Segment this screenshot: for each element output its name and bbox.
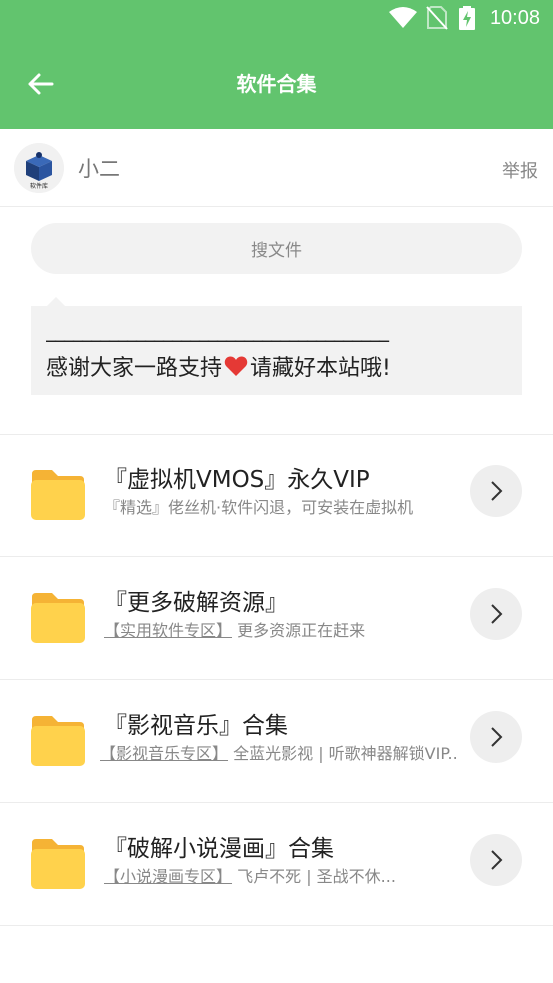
app-bar: 软件合集 <box>0 38 553 129</box>
chevron-right-icon <box>491 850 503 870</box>
no-sim-icon <box>426 6 448 30</box>
notice-text-before: 感谢大家一路支持 <box>46 356 223 381</box>
list-item[interactable]: 『虚拟机VMOS』永久VIP 『精选』佬丝机·软件闪退，可安装在虚拟机 <box>0 434 553 557</box>
item-title: 『虚拟机VMOS』永久VIP <box>104 467 370 493</box>
status-bar: 10:08 <box>0 0 553 38</box>
battery-charging-icon <box>459 6 475 30</box>
open-button[interactable] <box>470 465 522 517</box>
wifi-icon <box>389 7 417 28</box>
open-button[interactable] <box>470 834 522 886</box>
notice-separator: ______________________________________ <box>46 318 389 342</box>
page-title: 软件合集 <box>236 72 317 96</box>
status-time: 10:08 <box>489 7 540 29</box>
owner-row: 软件库 小二 举报 <box>0 129 553 207</box>
item-description: 『精选』佬丝机·软件闪退，可安装在虚拟机 <box>104 496 466 520</box>
notice-bubble: ______________________________________ 感… <box>31 297 522 395</box>
list-item[interactable]: 『影视音乐』合集 【影视音乐专区】 全蓝光影视 | 听歌神器解锁VIP.. <box>0 680 553 803</box>
open-button[interactable] <box>470 711 522 763</box>
item-desc-text: 『精选』佬丝机·软件闪退，可安装在虚拟机 <box>104 498 414 517</box>
item-description: 【实用软件专区】 更多资源正在赶来 <box>104 619 466 643</box>
chevron-right-icon <box>491 481 503 501</box>
notice-text: 感谢大家一路支持 请藏好本站哦! <box>46 350 391 382</box>
heart-icon <box>224 356 248 376</box>
file-list: 『虚拟机VMOS』永久VIP 『精选』佬丝机·软件闪退，可安装在虚拟机 『更多破… <box>0 434 553 926</box>
folder-icon <box>31 839 85 889</box>
item-description: 【影视音乐专区】 全蓝光影视 | 听歌神器解锁VIP.. <box>100 742 462 766</box>
item-tag-link[interactable]: 【小说漫画专区】 <box>104 867 232 886</box>
top-bar: 10:08 软件合集 <box>0 0 553 129</box>
search-input[interactable]: 搜文件 <box>31 223 522 274</box>
notice-text-after: 请藏好本站哦! <box>250 356 391 381</box>
item-title: 『影视音乐』合集 <box>104 713 288 739</box>
open-button[interactable] <box>470 588 522 640</box>
folder-icon <box>31 593 85 643</box>
avatar-caption: 软件库 <box>29 183 48 190</box>
item-desc-text: 全蓝光影视 | 听歌神器解锁VIP.. <box>228 744 458 763</box>
chevron-right-icon <box>491 727 503 747</box>
list-item[interactable]: 『破解小说漫画』合集 【小说漫画专区】 飞卢不死 | 圣战不休... <box>0 803 553 926</box>
item-tag-link[interactable]: 【实用软件专区】 <box>104 621 232 640</box>
avatar[interactable]: 软件库 <box>14 143 64 193</box>
item-title: 『更多破解资源』 <box>104 590 288 616</box>
owner-name: 小二 <box>78 157 120 181</box>
folder-icon <box>31 716 85 766</box>
chevron-right-icon <box>491 604 503 624</box>
list-item[interactable]: 『更多破解资源』 【实用软件专区】 更多资源正在赶来 <box>0 557 553 680</box>
item-description: 【小说漫画专区】 飞卢不死 | 圣战不休... <box>104 865 466 889</box>
item-title: 『破解小说漫画』合集 <box>104 836 334 862</box>
item-tag-link[interactable]: 【影视音乐专区】 <box>100 744 228 763</box>
report-button[interactable]: 举报 <box>502 157 538 183</box>
item-desc-text: 飞卢不死 | 圣战不休... <box>232 867 396 886</box>
item-desc-text: 更多资源正在赶来 <box>232 621 366 640</box>
folder-icon <box>31 470 85 520</box>
